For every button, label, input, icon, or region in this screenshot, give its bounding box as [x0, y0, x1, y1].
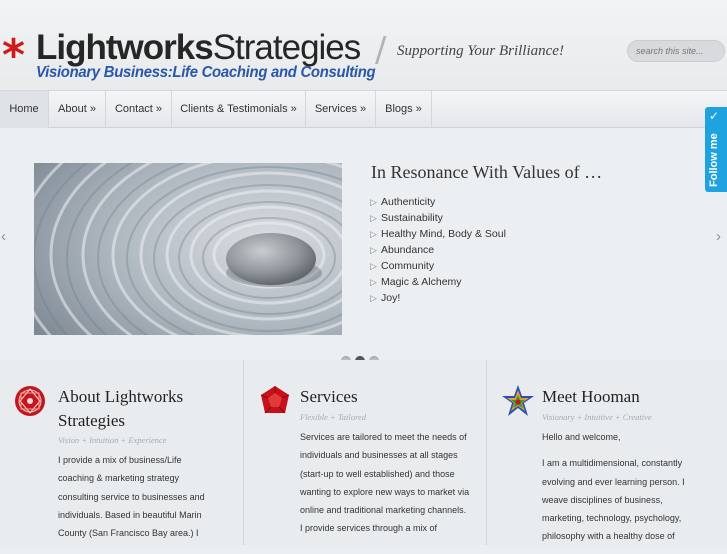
list-item: ▷ Magic & Alchemy — [370, 276, 462, 288]
slider-prev-arrow-icon[interactable]: ‹ — [1, 228, 6, 245]
arrow-bullet-icon: ▷ — [370, 229, 377, 239]
search-input[interactable] — [627, 40, 725, 62]
nav-home[interactable]: Home — [0, 91, 49, 128]
about-panel: About Lightworks Strategies Vision + Int… — [0, 360, 243, 545]
divider-slash: / — [375, 30, 387, 70]
services-title: Services — [300, 387, 358, 406]
list-item: ▷ Community — [370, 260, 435, 272]
nav-about[interactable]: About » — [49, 91, 106, 128]
site-subtitle: Visionary Business:Life Coaching and Con… — [36, 64, 376, 81]
logo-star-icon[interactable]: * — [2, 34, 25, 78]
arrow-bullet-icon: ▷ — [370, 197, 377, 207]
arrow-bullet-icon: ▷ — [370, 213, 377, 223]
dodecahedron-icon — [260, 386, 290, 414]
meet-greeting: Hello and welcome, — [542, 432, 621, 442]
site-header: * LightworksStrategies Visionary Busines… — [0, 0, 727, 90]
mandala-icon — [15, 386, 45, 416]
services-panel: Services Flexible + Tailored Services ar… — [244, 360, 486, 545]
arrow-bullet-icon: ▷ — [370, 293, 377, 303]
slider-next-arrow-icon[interactable]: › — [716, 228, 721, 245]
arrow-bullet-icon: ▷ — [370, 245, 377, 255]
nav-blogs[interactable]: Blogs » — [376, 91, 432, 128]
site-logo[interactable]: LightworksStrategies — [36, 28, 362, 67]
about-title: About Lightworks Strategies — [58, 387, 184, 430]
tagline: Supporting Your Brilliance! — [397, 43, 564, 59]
list-item: ▷ Sustainability — [370, 212, 443, 224]
nav-clients-testimonials[interactable]: Clients & Testimonials » — [172, 91, 306, 128]
meet-title: Meet Hooman — [542, 387, 640, 406]
twitter-bird-icon: ✓ — [709, 109, 720, 123]
meet-text: Hello and welcome, I am a multidimension… — [542, 428, 707, 554]
list-item: ▷ Authenticity — [370, 196, 436, 208]
star-polyhedron-icon — [502, 385, 534, 416]
main-nav: Home About » Contact » Clients & Testimo… — [0, 90, 727, 128]
meet-body: I am a multidimensional, constantly evol… — [542, 458, 685, 542]
content-panels: About Lightworks Strategies Vision + Int… — [0, 360, 727, 545]
list-item: ▷ Healthy Mind, Body & Soul — [370, 228, 506, 240]
list-item: ▷ Joy! — [370, 292, 401, 304]
about-text: I provide a mix of business/Life coachin… — [58, 455, 205, 539]
services-subtitle: Flexible + Tailored — [300, 412, 367, 422]
arrow-bullet-icon: ▷ — [370, 277, 377, 287]
meet-panel: Meet Hooman Visionary + Intuitive + Crea… — [487, 360, 727, 545]
list-item: ▷ Abundance — [370, 244, 435, 256]
nav-contact[interactable]: Contact » — [106, 91, 172, 128]
about-subtitle: Vision + Intuition + Experience — [58, 435, 167, 445]
follow-me-label: Follow me — [708, 133, 720, 187]
meet-subtitle: Visionary + Intuitive + Creative — [542, 412, 652, 422]
logo-rest-text: Strategies — [212, 28, 362, 67]
slide-image-zen-stone — [34, 163, 342, 335]
services-text: Services are tailored to meet the needs … — [300, 432, 470, 534]
values-list: ▷ Authenticity ▷ Sustainability ▷ Healthy M… — [370, 194, 506, 306]
follow-me-button[interactable]: ✓ Follow me — [705, 107, 727, 192]
arrow-bullet-icon: ▷ — [370, 261, 377, 271]
logo-bold-text: Lightworks — [36, 28, 214, 67]
slide-title: In Resonance With Values of … — [371, 162, 603, 182]
nav-services[interactable]: Services » — [306, 91, 376, 128]
